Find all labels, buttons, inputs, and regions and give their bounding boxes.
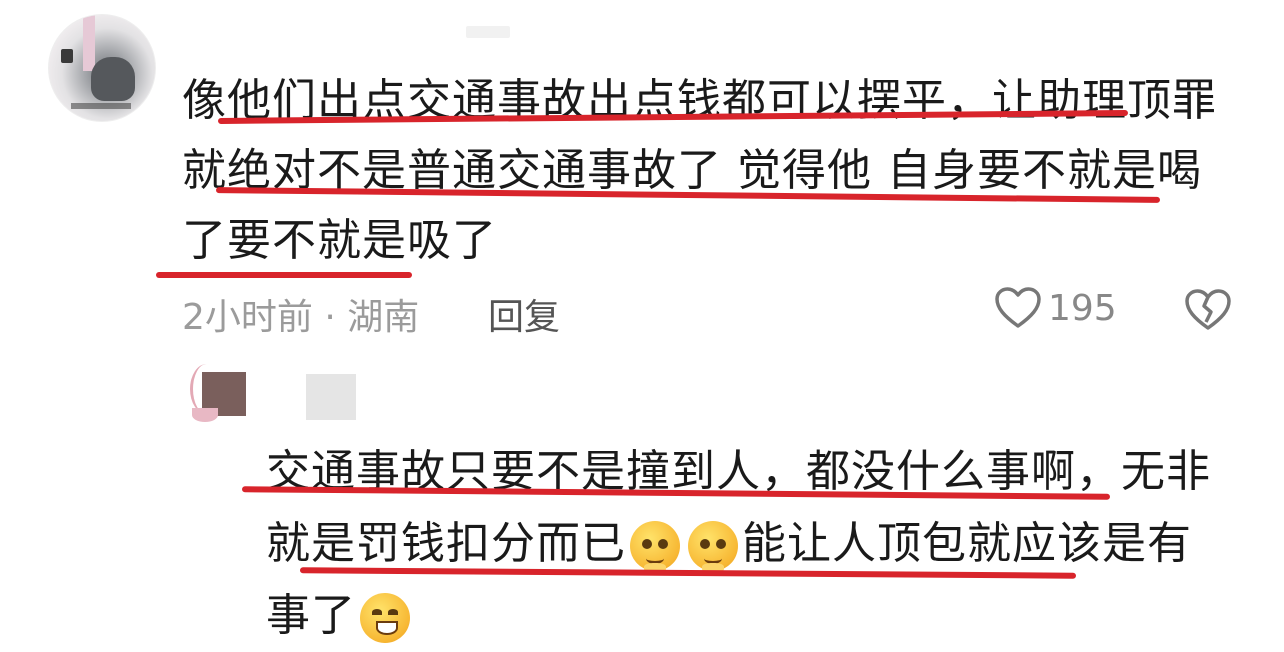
reply-line: 能让人顶包就应该是有: [742, 518, 1192, 569]
pleading-face-icon: [630, 521, 680, 573]
avatar-decoration: [83, 15, 95, 71]
like-count: 195: [1048, 287, 1117, 329]
reply-button[interactable]: 回复: [488, 288, 560, 340]
reply-line: 就是罚钱扣分而已: [266, 518, 626, 569]
grinning-face-icon: [360, 593, 410, 643]
pleading-face-icon: [688, 521, 738, 573]
red-underline: [156, 272, 412, 278]
dislike-button[interactable]: [1184, 288, 1232, 336]
avatar-decoration: [61, 49, 73, 63]
reply-body: 交通事故只要不是撞到人，都没什么事啊，无非 就是罚钱扣分而已 能让人顶包就应该是有…: [266, 436, 1226, 652]
avatar-decoration: [71, 103, 131, 109]
replier-username-blurred[interactable]: [306, 374, 356, 420]
heart-outline-icon: [995, 287, 1041, 328]
replier-avatar[interactable]: [190, 364, 260, 424]
comment-line: 了要不就是吸了: [182, 215, 497, 266]
broken-heart-icon: [1185, 289, 1231, 330]
commenter-username-blurred[interactable]: [466, 26, 510, 38]
like-button[interactable]: 195: [994, 286, 1117, 330]
comment-time-location: 2小时前 · 湖南: [182, 297, 420, 338]
reply-line: 事了: [266, 590, 356, 641]
comment-body: 像他们出点交通事故出点钱都可以摆平，让助理顶罪 就绝对不是普通交通事故了 觉得他…: [182, 66, 1242, 276]
commenter-avatar[interactable]: [48, 14, 156, 122]
avatar-decoration: [192, 408, 218, 422]
avatar-figure: [91, 57, 135, 101]
